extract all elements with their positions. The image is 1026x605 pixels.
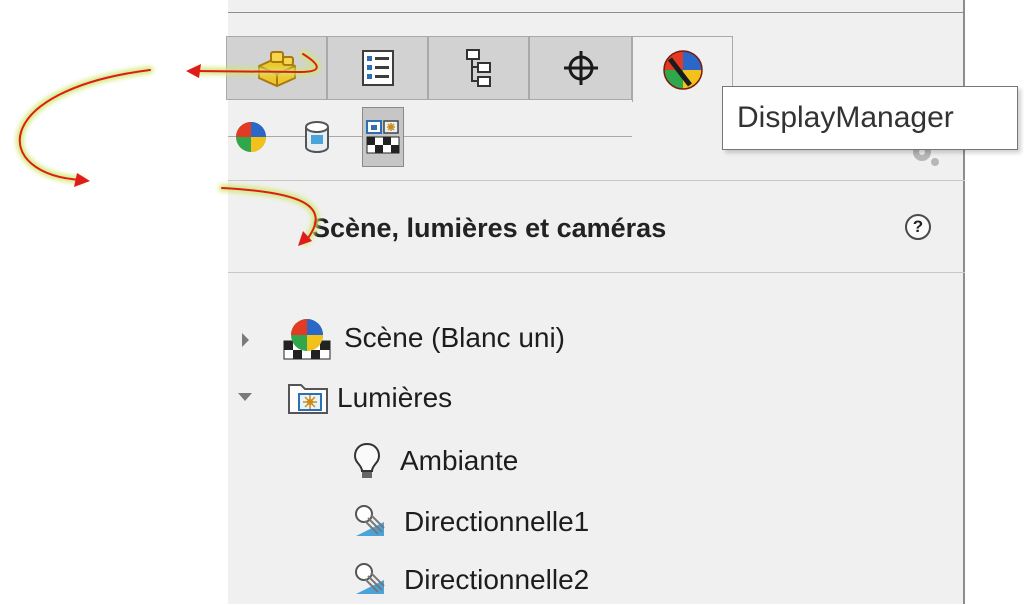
yellow-blocks-icon	[257, 51, 296, 88]
directional-light-icon	[355, 563, 385, 594]
lights-folder-icon	[288, 384, 328, 414]
directional-1-label: Directionnelle1	[404, 506, 590, 537]
ambient-label: Ambiante	[400, 445, 519, 476]
scene-camera-icon	[366, 120, 400, 154]
tree-item-scene[interactable]: Scène (Blanc uni)	[282, 313, 565, 363]
configuration-tree-icon	[465, 49, 491, 87]
scene-lights-cameras-button[interactable]	[362, 107, 404, 167]
tree-item-directional-2[interactable]: Directionnelle2	[352, 555, 589, 605]
tab-display-manager[interactable]	[632, 36, 733, 102]
tab-feature-manager[interactable]	[226, 36, 327, 100]
title-separator	[228, 272, 965, 273]
panel-title: Scène, lumières et caméras	[312, 213, 667, 243]
property-list-icon	[361, 50, 394, 86]
toolbar-separator	[228, 180, 965, 181]
collapse-lights-arrow[interactable]	[238, 393, 252, 401]
display-manager-sphere-icon	[662, 49, 703, 90]
directional-2-label: Directionnelle2	[404, 564, 590, 595]
tree-item-ambient[interactable]: Ambiante	[352, 436, 518, 486]
tab-configuration-manager[interactable]	[428, 36, 529, 100]
decals-button[interactable]	[296, 107, 338, 167]
scene-icon	[283, 319, 331, 360]
screenshot-stage: Scène, lumières et caméras ? Scène (Blan…	[0, 0, 1026, 604]
help-icon[interactable]: ?	[905, 214, 931, 240]
arrow-2	[18, 69, 151, 181]
appearances-button[interactable]	[230, 107, 272, 167]
tree-item-directional-1[interactable]: Directionnelle1	[352, 497, 589, 547]
tree-item-lights[interactable]: Lumières	[287, 373, 452, 423]
lights-label: Lumières	[337, 382, 453, 413]
cylinder-icon	[305, 121, 329, 153]
display-manager-tooltip: DisplayManager	[722, 86, 1018, 150]
tab-bar-divider	[228, 136, 632, 137]
light-bulb-icon	[353, 442, 381, 478]
top-border	[228, 12, 965, 13]
appearance-sphere-icon	[236, 122, 266, 152]
scene-label: Scène (Blanc uni)	[344, 322, 566, 353]
tab-dimxpert-manager[interactable]	[529, 36, 632, 100]
gear-icon[interactable]	[900, 148, 940, 172]
directional-light-icon	[355, 505, 385, 536]
tab-property-manager[interactable]	[327, 36, 428, 100]
expand-scene-arrow[interactable]	[242, 333, 249, 347]
crosshair-icon	[563, 51, 598, 85]
